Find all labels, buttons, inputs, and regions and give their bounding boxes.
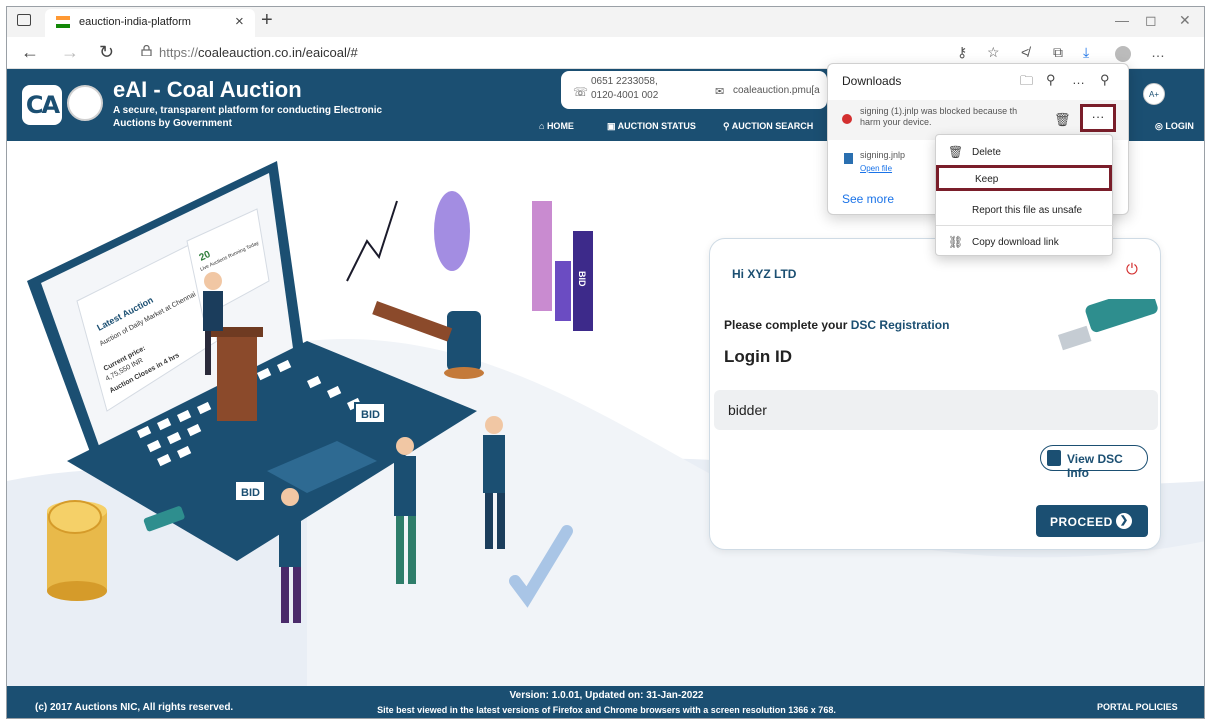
font-increase-button[interactable]: A+ [1143,83,1165,105]
key-icon[interactable]: ⚷ [957,44,967,61]
document-icon [1047,450,1061,466]
power-icon[interactable]: ⏻ [1126,261,1138,278]
see-more-link[interactable]: See more [842,192,894,206]
minimize-icon[interactable]: — [1115,12,1129,28]
browser-tab[interactable]: eauction-india-platform × [45,9,255,37]
folder-icon[interactable]: 🗀 [1020,72,1033,94]
auctioneer-leg [205,331,211,375]
search-icon[interactable]: ⚲ [1046,72,1056,88]
profile-icon[interactable] [1115,46,1131,62]
proceed-label: PROCEED [1050,515,1113,529]
menu-divider [936,225,1114,226]
bar-pink [532,201,552,311]
status-icon: ▣ [607,121,618,131]
close-icon[interactable]: × [235,13,244,30]
menu-item-delete[interactable]: 🗑 Delete [936,139,1114,165]
download-filename: signing.jnlp [860,150,906,160]
arrow-right-icon: ❯ [1116,513,1132,529]
proceed-button[interactable]: PROCEED ❯ [1036,505,1148,537]
nav-auction-search[interactable]: ⚲ AUCTION SEARCH [723,121,813,132]
restore-icon[interactable]: ◻ [1145,12,1157,29]
more-actions-button[interactable]: ··· [1080,104,1116,132]
auctioneer-body [203,291,223,331]
tab-title: eauction-india-platform [79,16,191,28]
rupee-coin [48,500,102,534]
bid-sign-2-text: BID [241,487,260,499]
tab-strip: eauction-india-platform × + — ◻ ✕ [7,7,1204,37]
pin-icon[interactable]: ⚲ [1100,72,1110,88]
email-address[interactable]: coaleauction.pmu[a [733,85,820,96]
dsc-message: Please complete your DSC Registration [724,318,950,332]
view-dsc-info-button[interactable]: View DSC Info [1040,445,1148,480]
menu-item-copy-link[interactable]: ⛓ Copy download link [936,229,1114,255]
mail-icon: ✉ [715,86,725,98]
more-icon[interactable]: … [1151,44,1165,60]
bar-purple [555,261,571,321]
blocked-icon [842,114,852,124]
download-icon[interactable]: ⤓ [1083,44,1089,61]
file-icon [844,153,853,164]
auctioneer-head [204,272,222,290]
link-icon: ⛓ [948,235,964,249]
login-icon: ◎ [1155,121,1166,131]
gavel-head [447,311,481,371]
address-bar[interactable]: https://coaleauction.co.in/eaicoal/# [127,41,917,65]
nav-home[interactable]: ⌂ HOME [539,121,574,131]
trend-arrow [346,200,398,282]
collections-icon[interactable]: ⧉ [1053,44,1063,61]
phone-number: 0651 2233058, 0120-4001 002 [591,76,659,101]
usb-token-icon [1058,299,1158,351]
gavel-band [444,367,484,379]
menu-item-keep[interactable]: Keep [936,165,1112,191]
more-icon[interactable]: … [1072,72,1085,87]
login-id-input[interactable] [714,390,1158,430]
nav-auction-status[interactable]: ▣ AUCTION STATUS [607,121,696,132]
menu-item-report-unsafe[interactable]: Report this file as unsafe [936,197,1114,223]
trash-icon[interactable]: 🗑 [1054,112,1071,128]
url-text: https://coaleauction.co.in/eaicoal/# [159,45,358,60]
home-icon: ⌂ [539,121,547,131]
bid-sign-1-text: BID [361,409,380,421]
version-info: Version: 1.0.01, Updated on: 31-Jan-2022 [509,690,704,701]
login-card: Hi XYZ LTD ⏻ Please complete your DSC Re… [709,238,1161,550]
forward-icon[interactable]: → [61,42,79,63]
back-icon[interactable]: ← [21,42,39,63]
podium [217,331,257,421]
refresh-icon[interactable]: ↻ [99,42,114,63]
plus-icon[interactable]: + [261,9,273,32]
blocked-message: signing (1).jnlp was blocked because th … [860,106,1018,127]
nav-login[interactable]: ◎ LOGIN [1155,121,1194,132]
dsc-registration-link[interactable]: DSC Registration [851,318,950,332]
contact-box: ☏ 0651 2233058, 0120-4001 002 ✉ coaleauc… [561,71,827,109]
trash-icon: 🗑 [948,145,964,159]
phone-icon: ☏ [573,85,589,99]
login-id-label: Login ID [724,347,792,366]
site-footer: (c) 2017 Auctions NIC, All rights reserv… [7,686,1204,718]
tab-actions-icon[interactable] [17,14,31,26]
favorites-bar-icon[interactable]: ≮ [1021,44,1029,60]
download-context-menu: 🗑 Delete Keep Report this file as unsafe… [935,134,1114,256]
gavel-handle [372,301,453,342]
lock-icon [141,45,152,56]
greeting: Hi XYZ LTD [732,267,797,281]
plant-leaves [434,191,470,271]
site-subtitle: A secure, transparent platform for condu… [113,105,383,129]
downloads-title: Downloads [842,74,902,88]
site-logo[interactable]: CA [22,85,62,125]
portal-policies-link[interactable]: PORTAL POLICIES [1097,702,1178,712]
bid-vertical-text: BID [577,271,587,287]
emblem-logo [67,85,103,121]
close-window-icon[interactable]: ✕ [1179,12,1191,29]
best-view-note: Site best viewed in the latest versions … [377,705,836,715]
open-file-link[interactable]: Open file [860,164,892,173]
view-dsc-label: View DSC Info [1067,452,1123,480]
favorite-icon[interactable]: ☆ [987,44,1000,61]
india-flag-icon [56,16,70,28]
site-title: eAI - Coal Auction [113,77,302,102]
search-icon: ⚲ [723,121,732,131]
browser-window: eauction-india-platform × + — ◻ ✕ ← → ↻ … [6,6,1205,719]
